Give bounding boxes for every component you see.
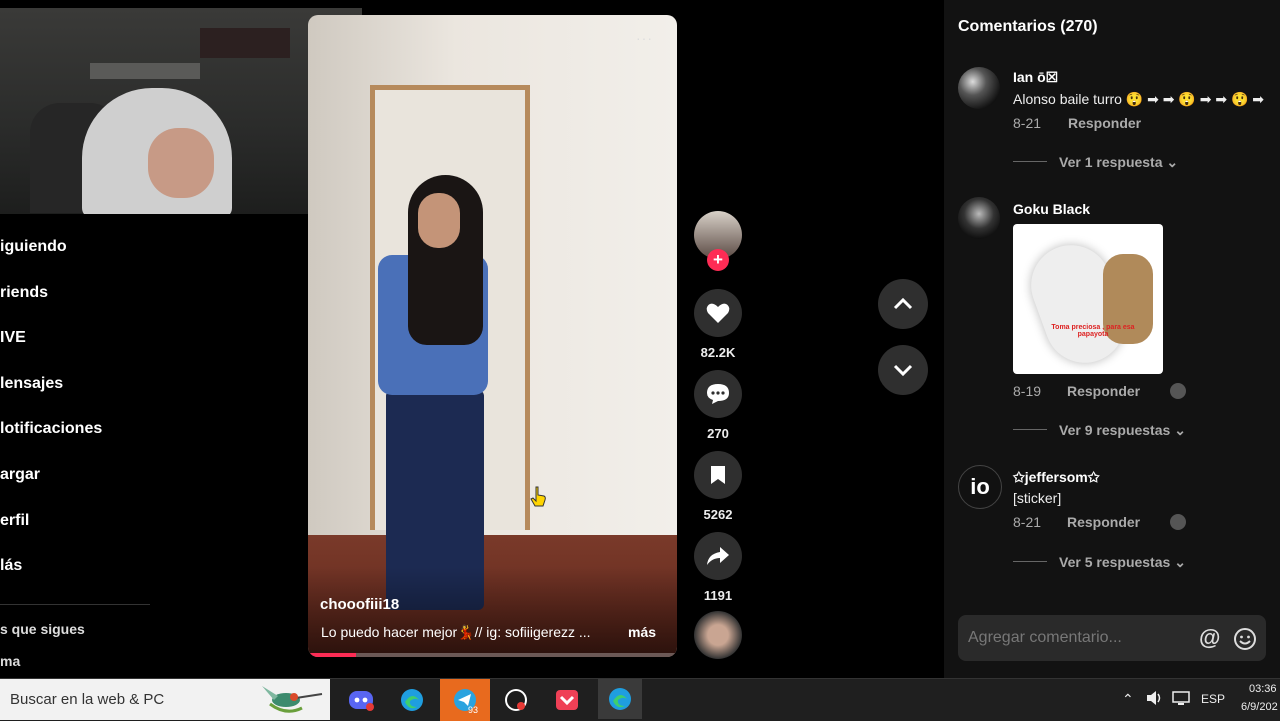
sidebar-item-following[interactable]: iguiendo — [0, 238, 67, 256]
chevron-down-icon: ⌄ — [1166, 154, 1179, 170]
replies-divider — [1013, 161, 1047, 162]
webcam-shelf-items — [200, 28, 290, 58]
replies-divider — [1013, 429, 1047, 430]
chevron-down-icon: ⌄ — [1174, 422, 1186, 438]
next-video-button[interactable] — [878, 345, 928, 395]
comment-reply-button[interactable]: Responder — [1067, 514, 1140, 530]
video-scene-person-face — [418, 193, 460, 248]
comments-title: Comentarios (270) — [958, 18, 1098, 35]
comment-avatar[interactable] — [958, 67, 1000, 109]
hand-cursor-icon — [530, 486, 546, 507]
comment-text: [sticker] — [1013, 490, 1062, 506]
chevron-down-icon: ⌄ — [1174, 554, 1186, 570]
save-button[interactable] — [694, 451, 742, 499]
clock-date[interactable]: 6/9/202 — [1241, 701, 1278, 713]
chevron-down-icon — [893, 364, 913, 376]
view-replies-button[interactable]: Ver 1 respuesta ⌄ — [1059, 154, 1178, 171]
obs-record-icon — [505, 689, 527, 711]
view-replies-label: Ver 1 respuesta — [1059, 154, 1163, 170]
follow-plus-button[interactable]: + — [707, 249, 729, 271]
sidebar-item-more[interactable]: lás — [0, 557, 22, 575]
taskbar-edge-active-app[interactable] — [598, 679, 642, 719]
search-hummingbird-icon — [262, 686, 323, 713]
like-count: 82.2K — [700, 345, 736, 360]
comment-reply-button[interactable]: Responder — [1067, 383, 1140, 399]
replies-divider — [1013, 561, 1047, 562]
webcam-shelf — [90, 63, 200, 79]
share-count: 1191 — [703, 588, 733, 603]
telegram-badge-count: 93 — [468, 705, 479, 715]
comment-username[interactable]: ✩jeffersom✩ — [1013, 469, 1099, 486]
language-indicator[interactable]: ESP — [1201, 692, 1225, 706]
video-progress-bar[interactable] — [308, 653, 677, 657]
taskbar-edge-app[interactable] — [392, 684, 432, 716]
view-replies-button[interactable]: Ver 9 respuestas ⌄ — [1059, 422, 1186, 439]
previous-video-button[interactable] — [878, 279, 928, 329]
caption-more-link[interactable]: más — [628, 624, 656, 640]
webcam-person-face — [148, 128, 214, 198]
clock-time[interactable]: 03:36 — [1249, 683, 1277, 695]
like-button[interactable] — [694, 289, 742, 337]
network-icon[interactable] — [1172, 690, 1190, 706]
comment-username[interactable]: Ian ō☒ — [1013, 69, 1058, 86]
sidebar-section-following-accounts: s que sigues — [0, 621, 85, 637]
taskbar-obs-app[interactable] — [496, 684, 536, 716]
sidebar-extra-item[interactable]: ma — [0, 653, 20, 669]
save-count: 5262 — [703, 507, 733, 522]
comment-avatar[interactable]: io — [958, 465, 1002, 509]
taskbar-pocket-app[interactable] — [547, 684, 587, 716]
creator-liked-avatar-icon — [1170, 514, 1186, 530]
comment-date: 8-19 — [1013, 383, 1042, 399]
emoji-icon[interactable] — [1233, 627, 1257, 651]
sidebar-item-messages[interactable]: lensajes — [0, 375, 63, 393]
sidebar-item-live[interactable]: IVE — [0, 329, 26, 347]
creator-liked-avatar-icon — [1170, 383, 1186, 399]
taskbar-discord-app[interactable] — [341, 684, 381, 716]
video-author-name[interactable]: chooofiii18 — [320, 596, 399, 613]
comment-reply-button[interactable]: Responder — [1068, 115, 1141, 131]
comment-input-placeholder: Agregar comentario... — [968, 629, 1122, 646]
discord-icon — [349, 691, 374, 711]
mention-at-icon[interactable]: @ — [1199, 627, 1223, 651]
view-replies-label: Ver 9 respuestas — [1059, 422, 1171, 438]
sticker-text: Toma preciosa , para esa papayota — [1051, 324, 1135, 338]
comment-username[interactable]: Goku Black — [1013, 201, 1090, 217]
heart-icon — [706, 303, 730, 323]
volume-icon[interactable] — [1146, 690, 1164, 706]
view-replies-button[interactable]: Ver 5 respuestas ⌄ — [1059, 554, 1186, 571]
comment-count: 270 — [707, 426, 729, 441]
share-arrow-icon — [707, 547, 729, 565]
comment-bubble-icon — [707, 384, 729, 404]
taskbar-telegram-app[interactable]: 93 — [440, 679, 490, 721]
sidebar-item-notifications[interactable]: lotificaciones — [0, 420, 102, 438]
video-player[interactable] — [308, 15, 677, 657]
sidebar-item-upload[interactable]: argar — [0, 466, 40, 484]
share-button[interactable] — [694, 532, 742, 580]
comment-button[interactable] — [694, 370, 742, 418]
comment-date: 8-21 — [1013, 514, 1042, 530]
edge-browser-icon — [401, 689, 423, 711]
video-caption: Lo puedo hacer mejor💃// ig: sofiiigerezz… — [321, 624, 591, 640]
tray-overflow-chevron-up-icon[interactable]: ⌃ — [1122, 691, 1134, 708]
taskbar-search-text: Buscar en la web & PC — [10, 691, 165, 708]
edge-browser-icon — [609, 688, 631, 710]
sidebar-item-friends[interactable]: riends — [0, 284, 48, 302]
video-progress-fill — [308, 653, 356, 657]
comment-avatar[interactable] — [958, 197, 1000, 239]
sidebar-item-profile[interactable]: erfil — [0, 512, 29, 530]
music-disc-avatar[interactable] — [694, 611, 742, 659]
sidebar-divider — [0, 604, 150, 605]
comment-date: 8-21 — [1013, 115, 1042, 131]
comment-sticker-image[interactable]: Toma preciosa , para esa papayota — [1013, 224, 1163, 374]
pocket-icon — [556, 690, 578, 710]
comment-text: Alonso baile turro 😲 ➡ ➡ 😲 ➡ ➡ 😲 ➡ — [1013, 91, 1265, 107]
chevron-up-icon — [893, 298, 913, 310]
bookmark-icon — [711, 466, 725, 484]
video-more-options-icon[interactable]: ··· — [636, 30, 653, 46]
view-replies-label: Ver 5 respuestas — [1059, 554, 1171, 570]
